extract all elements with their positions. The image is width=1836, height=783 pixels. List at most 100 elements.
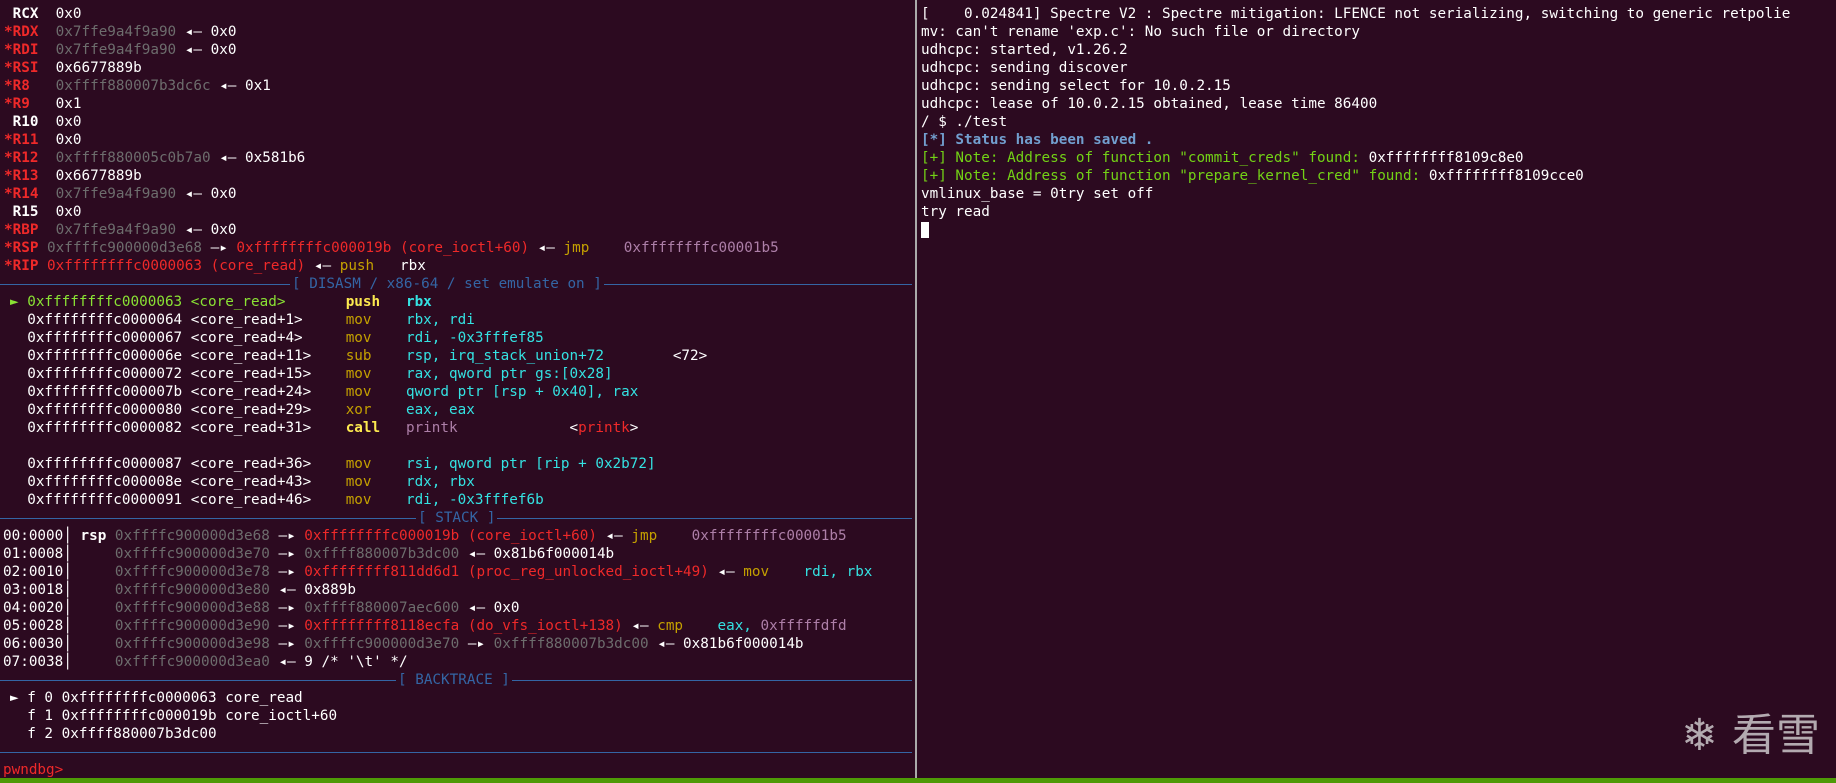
pane-divider[interactable] (915, 0, 917, 783)
stack-chain: —▸ (269, 618, 305, 634)
instruction-op: call (345, 420, 406, 436)
text-cursor (921, 222, 929, 238)
instruction-op: push (339, 258, 375, 274)
disasm-line: 0xffffffffc0000080 <core_read+29> xor ea… (10, 401, 475, 419)
text-segment (182, 366, 191, 382)
stack-address: 0xffffc900000d3e78 (114, 564, 270, 580)
register-name: R15 (4, 204, 48, 220)
tmux-status-bar (0, 778, 1836, 783)
register-name: *R11 (4, 132, 48, 148)
stack-register (80, 654, 106, 670)
instruction-arg: < (457, 420, 579, 436)
text-segment (106, 564, 115, 580)
text-segment (47, 60, 56, 76)
stack-chain: 0xffff880007b3dc00 (304, 546, 460, 562)
text-segment (182, 402, 191, 418)
register-value: 0x0 (55, 114, 82, 130)
console-input-line[interactable] (921, 221, 929, 239)
console-text: [+] Note: Address of function "prepare_k… (921, 168, 1429, 184)
register-name: *RIP (4, 258, 39, 274)
arrow: ◂— (176, 24, 211, 40)
current-frame-marker: ► (10, 690, 28, 706)
stack-chain: mov (743, 564, 770, 580)
stack-register (80, 600, 106, 616)
register-value: 0x6677889b (55, 168, 142, 184)
instruction-address: 0xffffffffc000006e (27, 348, 183, 364)
terminal-window[interactable]: RCX 0x0 *RDX 0x7ffe9a4f9a90 ◂— 0x0 *RDI 0x… (0, 0, 1836, 783)
stack-chain: ◂— 0x81b6f000014b (648, 636, 804, 652)
instruction-address: 0xffffffffc0000080 (27, 402, 183, 418)
stack-address: 0xffffc900000d3ea0 (114, 654, 270, 670)
stack-divider: │ (63, 654, 81, 670)
instruction-op: mov (345, 312, 406, 328)
console-text: mv: can't rename 'exp.c': No such file o… (921, 24, 1360, 40)
console-line: [*] Status has been saved . (921, 131, 1153, 149)
instruction-symbol: <core_read+24> (190, 384, 346, 400)
stack-divider: │ (63, 546, 81, 562)
register-row: *RSI 0x6677889b (4, 59, 142, 77)
console-text: [*] Status has been saved . (921, 132, 1154, 148)
pwndbg-prompt[interactable]: pwndbg> (3, 761, 63, 779)
text-segment (182, 330, 191, 346)
instruction-op: mov (345, 366, 406, 382)
kanxue-watermark: ❄ 看雪 (1681, 710, 1820, 761)
current-instruction-marker (10, 348, 27, 364)
stack-row: 04:0020│ 0xffffc900000d3e88 —▸ 0xffff880… (3, 599, 520, 617)
register-row: *RDX 0x7ffe9a4f9a90 ◂— 0x0 (4, 23, 236, 41)
stack-chain: 0xfffffdfd (760, 618, 847, 634)
text-segment (182, 312, 191, 328)
pointer-value: 0x1 (245, 78, 271, 94)
stack-address: 0xffffc900000d3e80 (114, 582, 270, 598)
current-frame-marker (10, 708, 27, 724)
text-segment (47, 24, 56, 40)
console-line: / $ ./test (921, 113, 1007, 131)
stack-divider: │ (63, 528, 81, 544)
instruction-symbol: <core_read+31> (190, 420, 346, 436)
instruction-op: jmp (563, 240, 590, 256)
text-segment (47, 150, 56, 166)
instruction-address: 0xffffffffc0000067 (27, 330, 183, 346)
stack-divider: │ (63, 564, 81, 580)
instruction-op: sub (345, 348, 406, 364)
stack-row: 01:0008│ 0xffffc900000d3e70 —▸ 0xffff880… (3, 545, 614, 563)
disasm-line: 0xffffffffc0000082 <core_read+31> call p… (10, 419, 638, 437)
arrow: ◂— (210, 150, 246, 166)
frame-text: f 0 0xffffffffc0000063 core_read (27, 690, 303, 706)
stack-offset: 07:0038 (3, 654, 64, 670)
register-row: *R12 0xffff880005c0b7a0 ◂— 0x581b6 (4, 149, 305, 167)
register-value: 0x7ffe9a4f9a90 (55, 24, 177, 40)
stack-row: 00:0000│ rsp 0xffffc900000d3e68 —▸ 0xfff… (3, 527, 847, 545)
pwndbg-pane[interactable]: RCX 0x0 *RDX 0x7ffe9a4f9a90 ◂— 0x0 *RDI 0x… (0, 0, 915, 783)
register-value: 0x6677889b (55, 60, 142, 76)
stack-divider: │ (63, 618, 81, 634)
stack-address: 0xffffc900000d3e70 (114, 546, 270, 562)
stack-chain: ◂— (596, 528, 632, 544)
register-row-rsp: *RSP 0xffffc900000d3e68 —▸ 0xffffffffc00… (4, 239, 779, 257)
current-instruction-marker: ► (10, 294, 28, 310)
instruction-op: mov (345, 456, 406, 472)
instruction-op: mov (345, 474, 406, 490)
current-instruction-marker (10, 456, 27, 472)
console-line: udhcpc: lease of 10.0.2.15 obtained, lea… (921, 95, 1377, 113)
disasm-line: 0xffffffffc000008e <core_read+43> mov rd… (10, 473, 475, 491)
text-segment (47, 78, 56, 94)
text-segment (47, 132, 56, 148)
instruction-arg: rdi, -0x3fffef6b (405, 492, 544, 508)
instruction-arg: eax, eax (405, 402, 475, 418)
register-value: 0x7ffe9a4f9a90 (55, 42, 177, 58)
stack-register (80, 636, 106, 652)
text-segment (374, 258, 400, 274)
instruction-op: mov (345, 330, 406, 346)
qemu-console-pane[interactable]: [ 0.024841] Spectre V2 : Spectre mitigat… (918, 0, 1836, 783)
stack-chain: ◂— 0x81b6f000014b (459, 546, 615, 562)
instruction-symbol: <core_read+29> (190, 402, 346, 418)
instruction-arg: rbx (405, 294, 432, 310)
console-text: try read (921, 204, 990, 220)
console-text: [ 0.024841] Spectre V2 : Spectre mitigat… (921, 6, 1791, 22)
stack-chain: —▸ (269, 564, 305, 580)
current-instruction-marker (10, 420, 27, 436)
stack-chain: 0xffffc900000d3e70 (304, 636, 460, 652)
instruction-address: 0xffffffffc0000064 (27, 312, 183, 328)
stack-chain: 0xffff880007b3dc00 (493, 636, 649, 652)
console-text: vmlinux_base = 0try set off (921, 186, 1154, 202)
